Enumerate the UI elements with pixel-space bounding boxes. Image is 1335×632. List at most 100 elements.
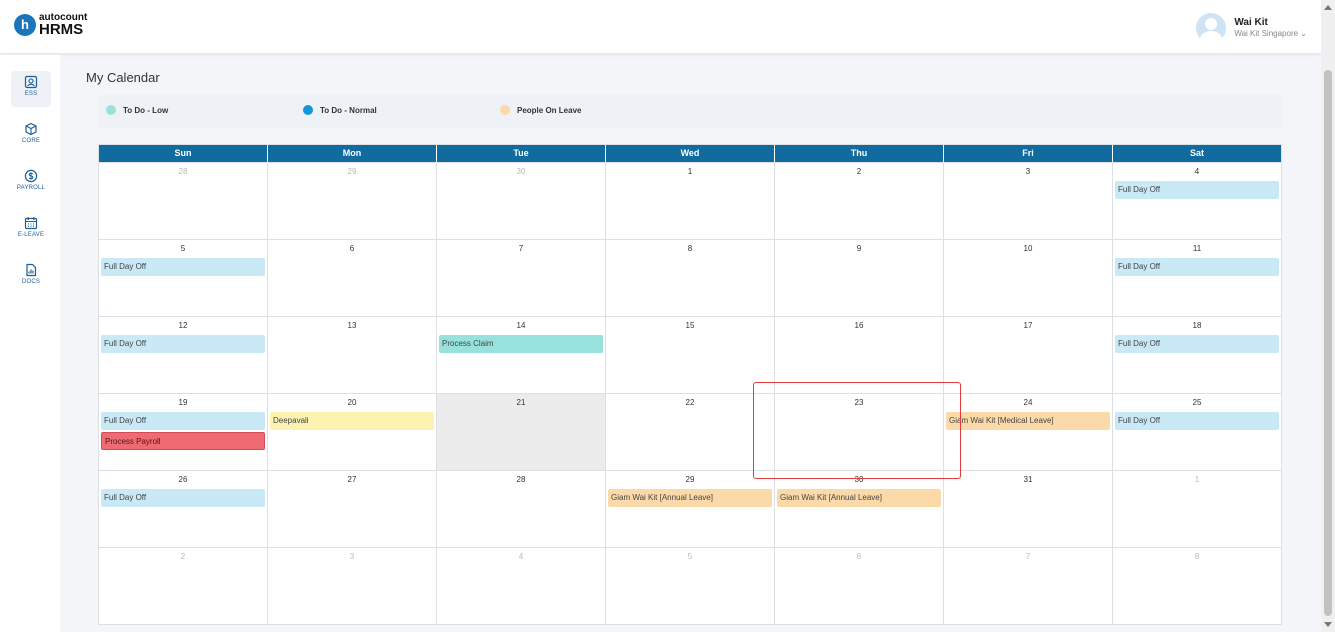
calendar-day-cell[interactable]: 5 bbox=[606, 548, 775, 624]
calendar-day-cell[interactable]: 28 bbox=[99, 163, 268, 239]
sidebar-item-docs[interactable]: DOCS bbox=[11, 259, 51, 295]
user-company-label: Wai Kit Singapore bbox=[1234, 29, 1299, 38]
legend-label: To Do - Low bbox=[123, 105, 169, 115]
legend-item-todo-normal: To Do - Normal bbox=[303, 105, 377, 115]
calendar-day-cell[interactable]: 20 Deepavali bbox=[268, 394, 437, 470]
calendar-day-cell[interactable]: 19 Full Day Off Process Payroll bbox=[99, 394, 268, 470]
day-number: 29 bbox=[347, 167, 357, 176]
month-calendar: Sun Mon Tue Wed Thu Fri Sat 28 29 30 1 2 3 4 Full Day… bbox=[98, 144, 1282, 625]
day-number: 30 bbox=[854, 475, 864, 484]
calendar-day-cell[interactable]: 7 bbox=[437, 240, 606, 316]
top-bar: h autocount HRMS Wai Kit Wai Kit Singapo… bbox=[0, 0, 1321, 54]
day-number: 26 bbox=[178, 475, 188, 484]
day-number: 7 bbox=[518, 244, 524, 253]
calendar-day-cell[interactable]: 29 Giam Wai Kit [Annual Leave] bbox=[606, 471, 775, 547]
calendar-day-cell[interactable]: 14 Process Claim bbox=[437, 317, 606, 393]
day-number: 24 bbox=[1023, 398, 1033, 407]
calendar-day-cell[interactable]: 17 bbox=[944, 317, 1113, 393]
page-scrollbar[interactable] bbox=[1321, 0, 1335, 632]
calendar-day-cell[interactable]: 24 Giam Wai Kit [Medical Leave] bbox=[944, 394, 1113, 470]
sidebar: ESS CORE PAYROLL E-LEAVE DOCS bbox=[0, 55, 60, 632]
calendar-day-cell[interactable]: 15 bbox=[606, 317, 775, 393]
chevron-down-icon: ⌄ bbox=[1300, 29, 1307, 38]
calendar-day-cell[interactable]: 1 bbox=[1113, 471, 1281, 547]
calendar-day-cell[interactable]: 23 bbox=[775, 394, 944, 470]
calendar-day-cell[interactable]: 18 Full Day Off bbox=[1113, 317, 1281, 393]
day-number: 1 bbox=[687, 167, 693, 176]
calendar-event-off[interactable]: Full Day Off bbox=[1115, 258, 1279, 276]
calendar-day-cell[interactable]: 13 bbox=[268, 317, 437, 393]
calendar-day-cell[interactable]: 21 bbox=[437, 394, 606, 470]
calendar-day-cell[interactable]: 2 bbox=[775, 163, 944, 239]
sidebar-item-core[interactable]: CORE bbox=[11, 118, 51, 154]
calendar-day-cell[interactable]: 26 Full Day Off bbox=[99, 471, 268, 547]
calendar-day-cell[interactable]: 4 bbox=[437, 548, 606, 624]
calendar-day-cell[interactable]: 1 bbox=[606, 163, 775, 239]
day-number: 13 bbox=[347, 321, 357, 330]
calendar-day-cell[interactable]: 3 bbox=[268, 548, 437, 624]
calendar-day-cell[interactable]: 30 bbox=[437, 163, 606, 239]
user-company[interactable]: Wai Kit Singapore ⌄ bbox=[1234, 29, 1307, 39]
day-number: 12 bbox=[178, 321, 188, 330]
calendar-day-cell[interactable]: 7 bbox=[944, 548, 1113, 624]
calendar-day-cell[interactable]: 25 Full Day Off bbox=[1113, 394, 1281, 470]
calendar-event-payroll[interactable]: Process Payroll bbox=[101, 432, 265, 450]
calendar-day-cell[interactable]: 3 bbox=[944, 163, 1113, 239]
user-menu[interactable]: Wai Kit Wai Kit Singapore ⌄ bbox=[1196, 13, 1307, 43]
calendar-event-leave[interactable]: Giam Wai Kit [Annual Leave] bbox=[777, 489, 941, 507]
calendar-day-cell[interactable]: 28 bbox=[437, 471, 606, 547]
calendar-day-cell[interactable]: 4 Full Day Off bbox=[1113, 163, 1281, 239]
day-number: 8 bbox=[687, 244, 693, 253]
calendar-day-cell[interactable]: 9 bbox=[775, 240, 944, 316]
calendar-day-cell[interactable]: 2 bbox=[99, 548, 268, 624]
calendar-event-off[interactable]: Full Day Off bbox=[101, 489, 265, 507]
weekday-header-tue: Tue bbox=[437, 145, 606, 162]
calendar-week-row: 28 29 30 1 2 3 4 Full Day Off bbox=[99, 162, 1281, 239]
day-number: 19 bbox=[178, 398, 188, 407]
calendar-day-cell[interactable]: 8 bbox=[606, 240, 775, 316]
calendar-day-cell[interactable]: 29 bbox=[268, 163, 437, 239]
sidebar-item-e-leave[interactable]: E-LEAVE bbox=[11, 212, 51, 248]
calendar-event-off[interactable]: Full Day Off bbox=[101, 412, 265, 430]
calendar-event-off[interactable]: Full Day Off bbox=[101, 335, 265, 353]
avatar[interactable] bbox=[1196, 13, 1227, 43]
calendar-day-cell[interactable]: 10 bbox=[944, 240, 1113, 316]
app-logo[interactable]: h autocount HRMS bbox=[14, 13, 87, 38]
day-number: 23 bbox=[854, 398, 864, 407]
weekday-header-fri: Fri bbox=[944, 145, 1113, 162]
calendar-week-row: 12 Full Day Off 13 14 Process Claim 15 16 17 18 F… bbox=[99, 316, 1281, 393]
calendar-event-claim[interactable]: Process Claim bbox=[439, 335, 603, 353]
day-number: 28 bbox=[178, 167, 188, 176]
calendar-day-cell[interactable]: 22 bbox=[606, 394, 775, 470]
calendar-day-cell[interactable]: 30 Giam Wai Kit [Annual Leave] bbox=[775, 471, 944, 547]
calendar-event-off[interactable]: Full Day Off bbox=[1115, 335, 1279, 353]
calendar-event-holiday[interactable]: Deepavali bbox=[270, 412, 434, 430]
day-number: 4 bbox=[1194, 167, 1200, 176]
docs-icon bbox=[26, 263, 37, 277]
calendar-day-cell[interactable]: 6 bbox=[268, 240, 437, 316]
logo-big-text: HRMS bbox=[39, 21, 84, 38]
calendar-event-off[interactable]: Full Day Off bbox=[101, 258, 265, 276]
weekday-header-sat: Sat bbox=[1189, 148, 1204, 158]
sidebar-item-payroll[interactable]: PAYROLL bbox=[11, 165, 51, 201]
calendar-day-cell[interactable]: 12 Full Day Off bbox=[99, 317, 268, 393]
calendar-day-cell[interactable]: 6 bbox=[775, 548, 944, 624]
sidebar-item-ess[interactable]: ESS bbox=[11, 71, 51, 107]
scroll-down-arrow-icon[interactable] bbox=[1324, 622, 1332, 627]
calendar-event-off[interactable]: Full Day Off bbox=[1115, 412, 1279, 430]
scrollbar-thumb[interactable] bbox=[1324, 70, 1332, 616]
scroll-up-arrow-icon[interactable] bbox=[1324, 5, 1332, 10]
calendar-day-cell[interactable]: 8 bbox=[1113, 548, 1281, 624]
calendar-event-off[interactable]: Full Day Off bbox=[1115, 181, 1279, 199]
day-number: 21 bbox=[516, 398, 526, 407]
calendar-day-cell[interactable]: 31 bbox=[944, 471, 1113, 547]
calendar-event-leave[interactable]: Giam Wai Kit [Medical Leave] bbox=[946, 412, 1110, 430]
day-number: 27 bbox=[347, 475, 357, 484]
legend-dot-icon bbox=[500, 105, 510, 115]
day-number: 17 bbox=[1023, 321, 1033, 330]
calendar-day-cell[interactable]: 5 Full Day Off bbox=[99, 240, 268, 316]
calendar-day-cell[interactable]: 11 Full Day Off bbox=[1113, 240, 1281, 316]
calendar-day-cell[interactable]: 27 bbox=[268, 471, 437, 547]
calendar-event-leave[interactable]: Giam Wai Kit [Annual Leave] bbox=[608, 489, 772, 507]
calendar-day-cell[interactable]: 16 bbox=[775, 317, 944, 393]
